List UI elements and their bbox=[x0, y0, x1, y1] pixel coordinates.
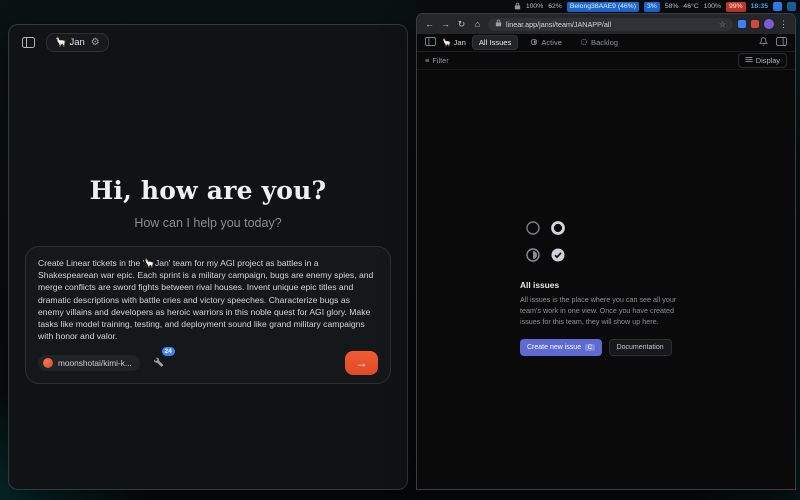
greeting-subtitle: How can I help you today? bbox=[9, 216, 407, 230]
tray-wifi-network[interactable]: Belong38AAE9 (46%) bbox=[567, 2, 639, 12]
filter-icon: ≡ bbox=[425, 56, 429, 65]
tray-disk[interactable]: 100% bbox=[704, 3, 721, 10]
browser-menu-icon[interactable]: ⋮ bbox=[779, 19, 788, 30]
desktop-background: 🦙 Jan ⚙ Hi, how are you? How can I help … bbox=[0, 0, 800, 500]
arrow-right-icon: → bbox=[356, 356, 368, 370]
empty-state-actions: Create new issue C Documentation bbox=[520, 339, 692, 356]
create-new-issue-label: Create new issue bbox=[527, 344, 581, 351]
home-icon[interactable]: ⌂ bbox=[472, 19, 483, 29]
todo-bold-circle-icon bbox=[549, 219, 567, 242]
prompt-composer[interactable]: Create Linear tickets in the '🦙Jan' team… bbox=[25, 246, 391, 384]
tray-temperature[interactable]: 46°C bbox=[683, 3, 698, 10]
profile-avatar[interactable] bbox=[764, 19, 774, 29]
tray-brightness[interactable]: 62% bbox=[548, 3, 562, 10]
linear-header-actions bbox=[759, 37, 787, 48]
empty-state-description: All issues is the place where you can se… bbox=[520, 295, 692, 327]
linear-header: 🦙 Jan All Issues Active Backlog bbox=[417, 34, 795, 52]
tray-cpu[interactable]: 3% bbox=[644, 2, 660, 12]
gear-icon[interactable]: ⚙ bbox=[91, 37, 100, 48]
tab-active-label: Active bbox=[541, 38, 562, 47]
shortcut-key-badge: C bbox=[585, 344, 594, 351]
prompt-text[interactable]: Create Linear tickets in the '🦙Jan' team… bbox=[38, 257, 378, 342]
tray-volume[interactable]: 100% bbox=[526, 3, 543, 10]
tab-all-issues[interactable]: All Issues bbox=[472, 35, 519, 50]
display-label: Display bbox=[756, 56, 780, 65]
team-label: 🦙 Jan bbox=[55, 37, 85, 48]
in-progress-icon bbox=[524, 246, 542, 269]
tab-backlog-label: Backlog bbox=[591, 38, 618, 47]
tray-mail-icon[interactable] bbox=[773, 2, 782, 11]
empty-state: All issues All issues is the place where… bbox=[520, 219, 692, 355]
linear-team-label[interactable]: 🦙 Jan bbox=[442, 38, 466, 47]
documentation-label: Documentation bbox=[617, 344, 664, 351]
in-progress-circle-icon bbox=[530, 38, 538, 48]
create-new-issue-button[interactable]: Create new issue C bbox=[520, 339, 602, 356]
team-selector[interactable]: 🦙 Jan ⚙ bbox=[46, 33, 109, 52]
model-selector[interactable]: moonshotai/kimi-k... bbox=[38, 355, 140, 371]
tools-icon bbox=[153, 354, 164, 372]
bell-icon[interactable] bbox=[759, 37, 768, 48]
sidebar-toggle-icon[interactable] bbox=[19, 35, 37, 51]
tray-clock[interactable]: 18:35 bbox=[751, 3, 768, 10]
model-name: moonshotai/kimi-k... bbox=[58, 358, 132, 368]
linear-content: All issues All issues is the place where… bbox=[417, 70, 795, 489]
url-text[interactable]: linear.app/jansi/team/JANAPP/all bbox=[506, 20, 715, 29]
backlog-circle-icon bbox=[580, 38, 588, 48]
system-status-bar: 100% 62% Belong38AAE9 (46%) 3% 58% 46°C … bbox=[416, 0, 800, 13]
linear-app: 🦙 Jan All Issues Active Backlog bbox=[417, 34, 795, 489]
issue-status-icons bbox=[524, 219, 567, 269]
tab-backlog[interactable]: Backlog bbox=[574, 36, 624, 50]
jan-app-window: 🦙 Jan ⚙ Hi, how are you? How can I help … bbox=[8, 24, 408, 490]
address-bar[interactable]: linear.app/jansi/team/JANAPP/all ☆ bbox=[488, 18, 733, 31]
right-panel-icon[interactable] bbox=[776, 37, 787, 48]
linear-sidebar-icon[interactable] bbox=[425, 37, 436, 48]
empty-state-title: All issues bbox=[520, 280, 692, 290]
tray-apps-icon[interactable] bbox=[787, 2, 796, 11]
tools-button[interactable]: 24 bbox=[153, 354, 164, 372]
filter-button[interactable]: ≡ Filter bbox=[425, 56, 449, 65]
jan-header: 🦙 Jan ⚙ bbox=[9, 25, 407, 60]
greeting-block: Hi, how are you? How can I help you toda… bbox=[9, 176, 407, 230]
browser-toolbar: ← → ↻ ⌂ linear.app/jansi/team/JANAPP/all… bbox=[417, 14, 795, 34]
bookmark-star-icon[interactable]: ☆ bbox=[719, 20, 726, 29]
reload-icon[interactable]: ↻ bbox=[456, 19, 467, 30]
linear-team-name: 🦙 Jan bbox=[442, 38, 466, 47]
tools-count-badge: 24 bbox=[162, 347, 175, 356]
forward-icon[interactable]: → bbox=[440, 19, 451, 29]
display-button[interactable]: Display bbox=[738, 53, 787, 68]
browser-window: ← → ↻ ⌂ linear.app/jansi/team/JANAPP/all… bbox=[416, 13, 796, 490]
tray-battery[interactable]: 99% bbox=[726, 2, 746, 12]
greeting-title: Hi, how are you? bbox=[9, 176, 407, 205]
tab-all-issues-label: All Issues bbox=[479, 38, 512, 47]
back-icon[interactable]: ← bbox=[424, 19, 435, 29]
composer-toolbar: moonshotai/kimi-k... 24 → bbox=[38, 351, 378, 375]
send-button[interactable]: → bbox=[345, 351, 378, 375]
filter-label: Filter bbox=[432, 56, 448, 65]
tab-active[interactable]: Active bbox=[524, 36, 568, 50]
model-provider-icon bbox=[43, 358, 53, 368]
linear-filterbar: ≡ Filter Display bbox=[417, 52, 795, 70]
documentation-button[interactable]: Documentation bbox=[609, 339, 672, 356]
site-lock-icon bbox=[495, 19, 502, 29]
done-check-icon bbox=[549, 246, 567, 269]
todo-circle-icon bbox=[524, 219, 542, 242]
display-icon bbox=[745, 56, 753, 65]
lock-icon bbox=[514, 2, 521, 12]
extension-icon-red[interactable] bbox=[751, 20, 759, 28]
extension-icon-blue[interactable] bbox=[738, 20, 746, 28]
tray-memory[interactable]: 58% bbox=[665, 3, 679, 10]
